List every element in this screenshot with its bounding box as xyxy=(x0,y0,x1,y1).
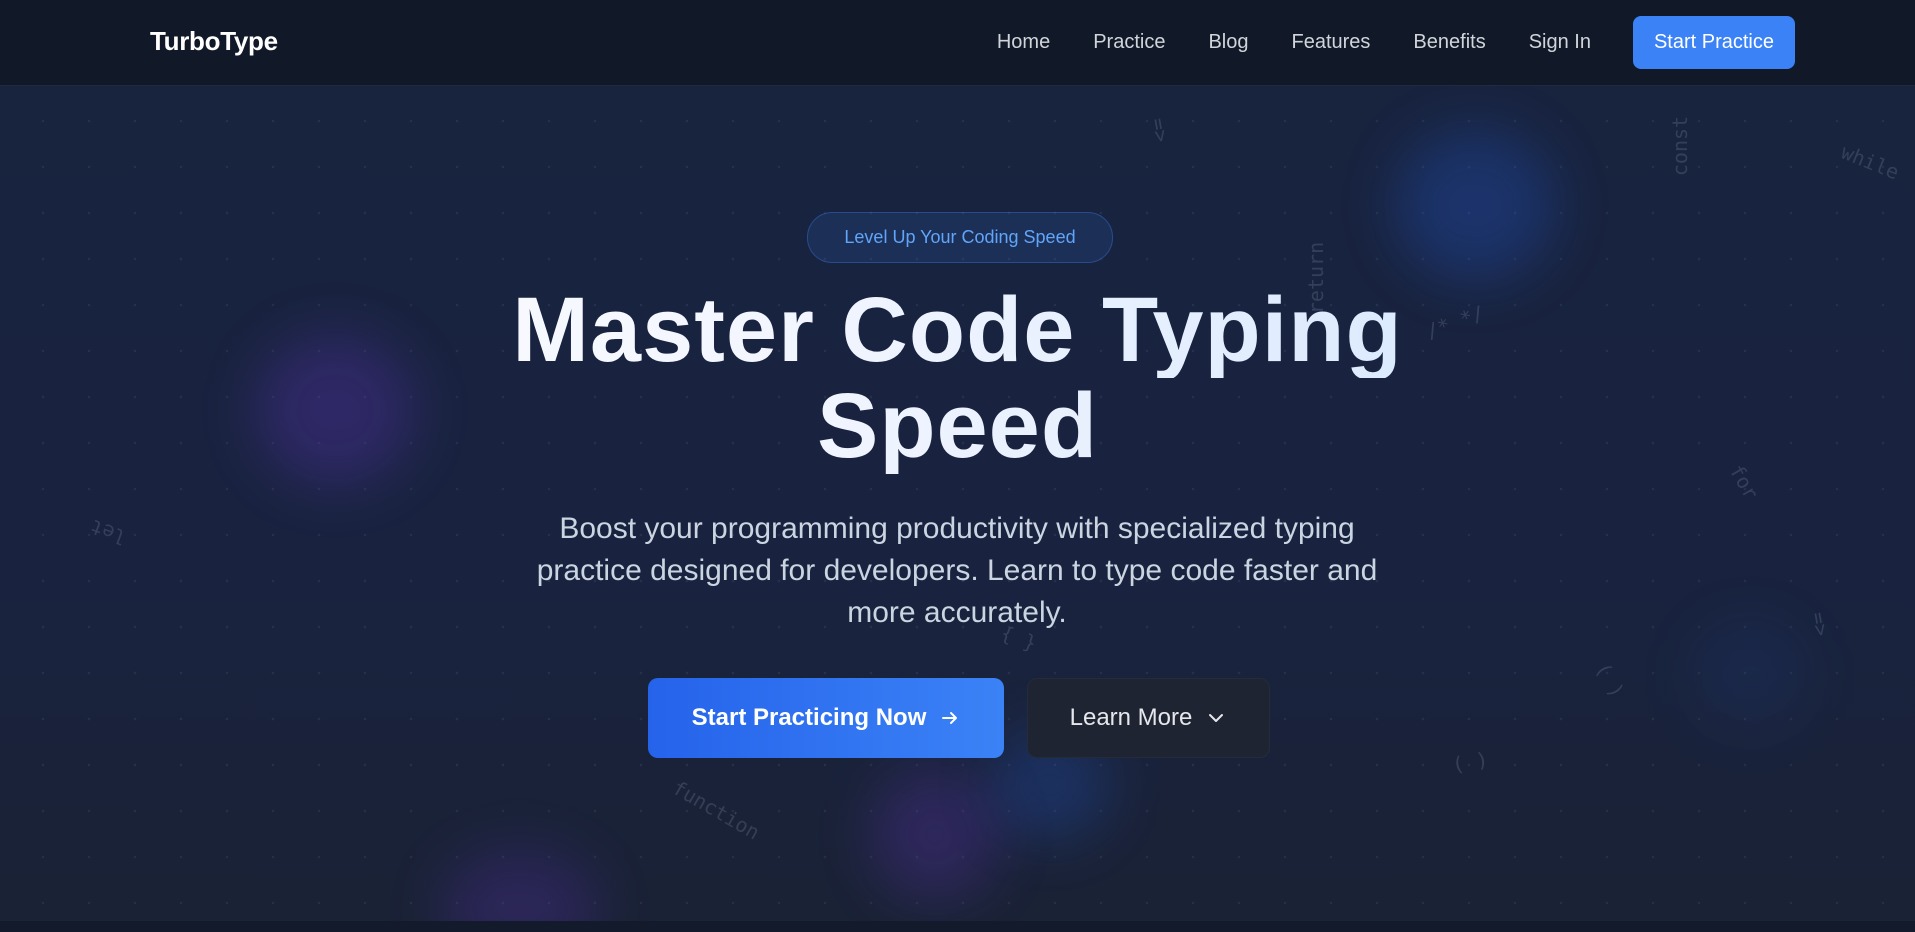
nav-link-blog[interactable]: Blog xyxy=(1208,31,1248,54)
hero-title-line-1: Master Code Typing xyxy=(0,282,1915,378)
nav-link-benefits[interactable]: Benefits xyxy=(1413,31,1485,54)
chevron-down-icon xyxy=(1205,707,1227,729)
top-navbar: TurboType Home Practice Blog Features Be… xyxy=(0,0,1915,86)
nav-links: Home Practice Blog Features Benefits Sig… xyxy=(954,16,1795,69)
hero-badge: Level Up Your Coding Speed xyxy=(807,212,1113,263)
section-divider xyxy=(0,921,1915,932)
start-practicing-now-label: Start Practicing Now xyxy=(691,704,927,731)
page: => const while return /* */ let for => (… xyxy=(0,0,1915,932)
arrow-right-icon xyxy=(940,708,960,728)
hero-subtitle: Boost your programming productivity with… xyxy=(536,512,1378,629)
nav-link-home[interactable]: Home xyxy=(997,31,1050,54)
hero-title-line-2: Speed xyxy=(0,378,1915,474)
learn-more-label: Learn More xyxy=(1069,704,1193,731)
start-practicing-now-button[interactable]: Start Practicing Now xyxy=(648,678,1004,758)
nav-link-practice[interactable]: Practice xyxy=(1093,31,1165,54)
learn-more-button[interactable]: Learn More xyxy=(1027,678,1270,758)
nav-link-features[interactable]: Features xyxy=(1291,31,1370,54)
hero-section: Level Up Your Coding Speed Master Code T… xyxy=(0,0,1915,932)
nav-link-sign-in[interactable]: Sign In xyxy=(1529,31,1591,54)
brand-logo[interactable]: TurboType xyxy=(150,26,278,57)
start-practice-button[interactable]: Start Practice xyxy=(1632,16,1795,69)
